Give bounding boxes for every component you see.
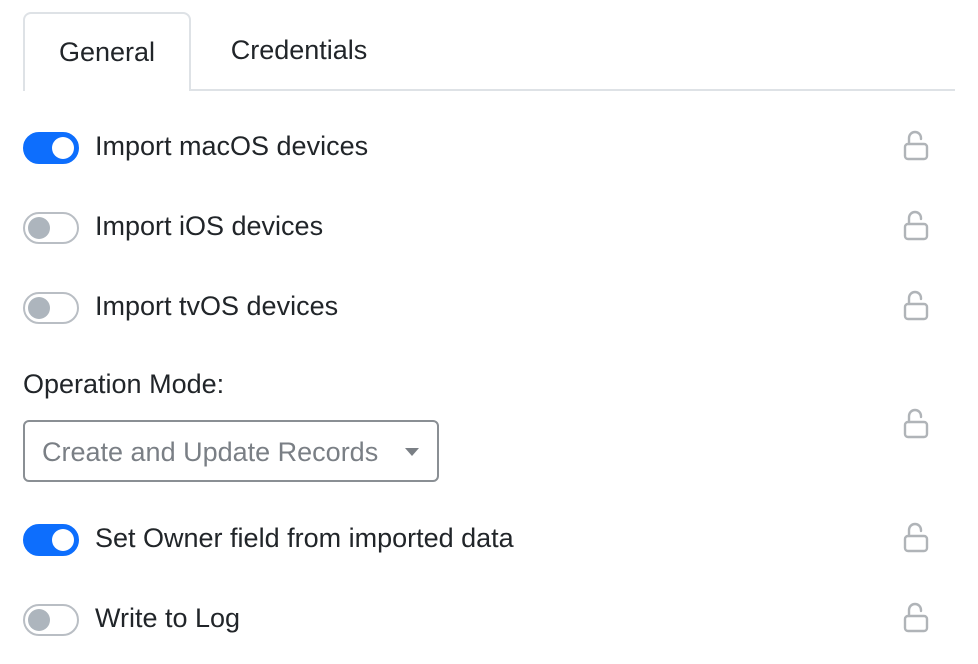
operation-mode-label: Operation Mode:: [23, 369, 225, 399]
import-tvos-switch[interactable]: [23, 292, 79, 324]
switch-knob: [52, 137, 74, 159]
toggle-row-import-ios: Import iOS devices: [23, 205, 978, 245]
toggle-row-import-macos: Import macOS devices: [23, 125, 978, 165]
switch-knob: [28, 297, 50, 319]
switch-knob: [28, 609, 50, 631]
import-tvos-label: Import tvOS devices: [95, 291, 339, 321]
toggle-row-import-tvos: Import tvOS devices: [23, 285, 978, 325]
import-ios-label: Import iOS devices: [95, 211, 324, 241]
unlocked-padlock-icon[interactable]: [902, 600, 930, 634]
write-log-switch[interactable]: [23, 604, 79, 636]
set-owner-label: Set Owner field from imported data: [95, 523, 514, 553]
unlocked-padlock-icon[interactable]: [902, 288, 930, 322]
unlocked-padlock-icon[interactable]: [902, 128, 930, 162]
tab-credentials[interactable]: Credentials: [191, 12, 407, 89]
switch-knob: [52, 529, 74, 551]
operation-mode-value: Create and Update Records: [42, 437, 379, 467]
tab-general-label: General: [58, 37, 156, 67]
import-ios-switch[interactable]: [23, 212, 79, 244]
tab-bar: General Credentials: [23, 12, 955, 91]
unlocked-padlock-icon[interactable]: [902, 520, 930, 554]
import-macos-switch[interactable]: [23, 132, 79, 164]
toggle-row-write-log: Write to Log: [23, 597, 978, 637]
tab-credentials-label: Credentials: [230, 35, 368, 65]
import-macos-label: Import macOS devices: [95, 131, 369, 161]
switch-knob: [28, 217, 50, 239]
unlocked-padlock-icon[interactable]: [902, 208, 930, 242]
toggle-row-set-owner: Set Owner field from imported data: [23, 517, 978, 557]
unlocked-padlock-icon[interactable]: [902, 406, 930, 440]
write-log-label: Write to Log: [95, 603, 241, 633]
operation-mode-select[interactable]: Create and Update Records: [23, 420, 439, 482]
tab-general[interactable]: General: [23, 12, 191, 91]
set-owner-switch[interactable]: [23, 524, 79, 556]
caret-down-icon: [405, 448, 419, 456]
